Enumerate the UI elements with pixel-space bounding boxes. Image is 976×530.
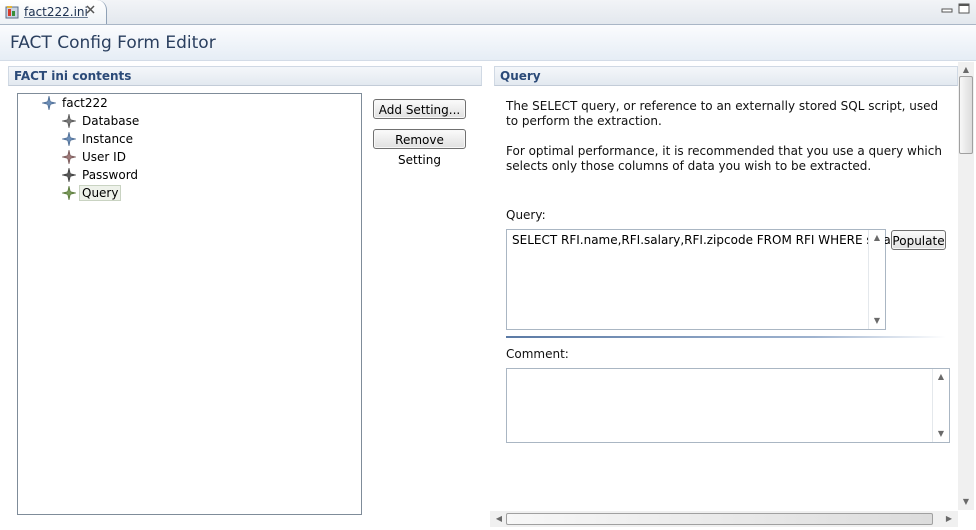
tab-label: fact222.ini <box>24 5 88 19</box>
sparkle-node-icon <box>61 167 77 183</box>
sparkle-node-icon <box>61 131 77 147</box>
tree-item-password[interactable]: Password <box>61 166 138 184</box>
scroll-down-icon[interactable]: ▼ <box>934 429 948 439</box>
close-icon[interactable] <box>84 4 97 17</box>
comment-scrollbar[interactable]: ▲ ▼ <box>932 369 949 442</box>
performance-note: For optimal performance, it is recommend… <box>506 144 942 173</box>
query-textarea[interactable]: SELECT RFI.name,RFI.salary,RFI.zipcode F… <box>506 229 903 330</box>
editor-tab-bar: fact222.ini <box>0 0 976 25</box>
maximize-icon[interactable] <box>957 3 971 15</box>
sparkle-node-icon <box>61 113 77 129</box>
query-label: Query: <box>506 208 546 222</box>
section-header-query[interactable]: Query <box>494 66 958 86</box>
settings-tree[interactable]: fact222 Database Instance User ID Passwo… <box>17 93 362 515</box>
scroll-right-icon[interactable]: ▶ <box>942 514 956 524</box>
section-separator <box>506 336 946 338</box>
remove-setting-button[interactable]: Remove Setting <box>373 129 466 167</box>
scroll-left-icon[interactable]: ◀ <box>492 514 506 524</box>
scroll-down-icon[interactable]: ▼ <box>959 497 973 507</box>
comment-textarea[interactable]: ▲ ▼ <box>506 368 950 443</box>
form-header: FACT Config Form Editor <box>0 25 976 61</box>
sparkle-node-icon <box>41 95 57 111</box>
horizontal-scroll-thumb[interactable] <box>506 513 933 525</box>
fact-file-icon <box>5 5 19 19</box>
tree-item-user-id[interactable]: User ID <box>61 148 126 166</box>
populate-button[interactable]: Populate <box>891 230 946 250</box>
query-scrollbar[interactable]: ▲ ▼ <box>868 230 885 329</box>
section-title-query: Query <box>500 69 541 83</box>
panel-horizontal-scrollbar[interactable]: ◀ ▶ <box>490 511 958 527</box>
tree-item-instance[interactable]: Instance <box>61 130 133 148</box>
add-setting-button[interactable]: Add Setting... <box>373 99 466 119</box>
section-header-ini-contents[interactable]: FACT ini contents <box>8 66 482 86</box>
form-title: FACT Config Form Editor <box>10 33 216 53</box>
sparkle-node-icon <box>61 149 77 165</box>
tab-fact222-ini[interactable]: fact222.ini <box>0 0 107 24</box>
vertical-scroll-thumb[interactable] <box>959 76 973 154</box>
tree-item-query[interactable]: Query <box>61 184 122 202</box>
panel-vertical-scrollbar[interactable]: ▲ ▼ <box>958 62 974 510</box>
scroll-up-icon[interactable]: ▲ <box>870 233 884 243</box>
minimize-icon[interactable] <box>940 3 954 15</box>
section-title: FACT ini contents <box>14 69 132 83</box>
tree-item-database[interactable]: Database <box>61 112 139 130</box>
scroll-down-icon[interactable]: ▼ <box>870 316 884 326</box>
query-description: The SELECT query, or reference to an ext… <box>506 99 939 128</box>
sparkle-node-icon <box>61 185 77 201</box>
comment-label: Comment: <box>506 347 569 361</box>
scroll-up-icon[interactable]: ▲ <box>959 65 973 75</box>
scroll-up-icon[interactable]: ▲ <box>934 372 948 382</box>
tree-item-fact222[interactable]: fact222 <box>41 94 108 112</box>
query-text: SELECT RFI.name,RFI.salary,RFI.zipcode F… <box>512 233 903 247</box>
